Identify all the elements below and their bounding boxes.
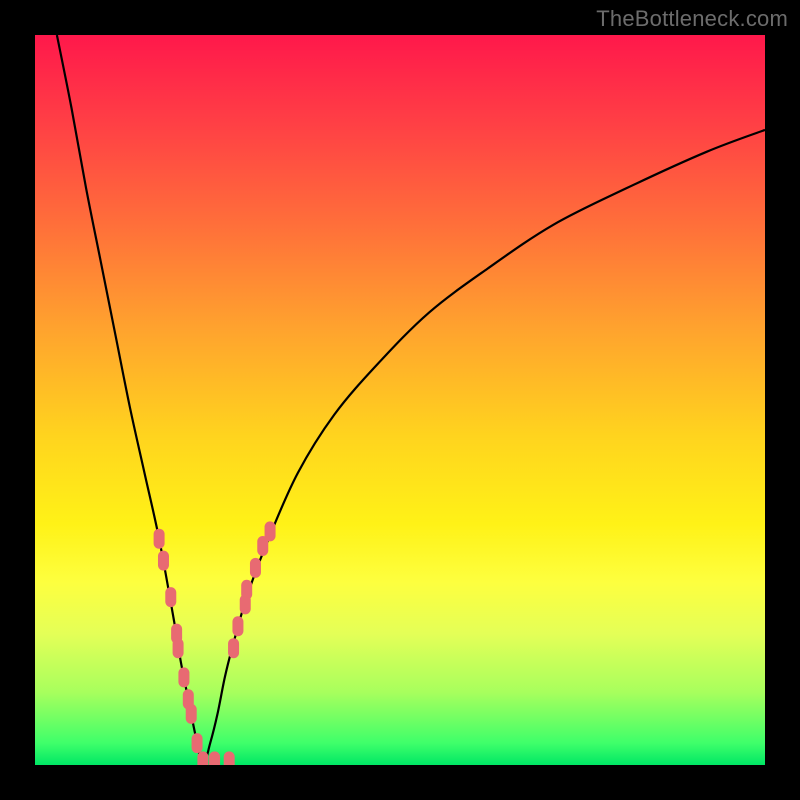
data-marker: [173, 638, 184, 658]
data-marker: [158, 551, 169, 571]
data-marker: [241, 580, 252, 600]
data-marker: [228, 638, 239, 658]
data-marker: [178, 667, 189, 687]
data-marker: [209, 751, 220, 765]
watermark-label: TheBottleneck.com: [596, 6, 788, 32]
data-marker: [186, 704, 197, 724]
plot-area: [35, 35, 765, 765]
data-marker: [232, 616, 243, 636]
data-marker: [224, 751, 235, 765]
data-marker: [165, 587, 176, 607]
data-marker: [192, 733, 203, 753]
data-marker: [250, 558, 261, 578]
data-marker: [154, 529, 165, 549]
chart-svg: [35, 35, 765, 765]
bottleneck-curve: [57, 35, 765, 765]
data-marker: [265, 521, 276, 541]
data-marker: [197, 751, 208, 765]
chart-frame: TheBottleneck.com: [0, 0, 800, 800]
